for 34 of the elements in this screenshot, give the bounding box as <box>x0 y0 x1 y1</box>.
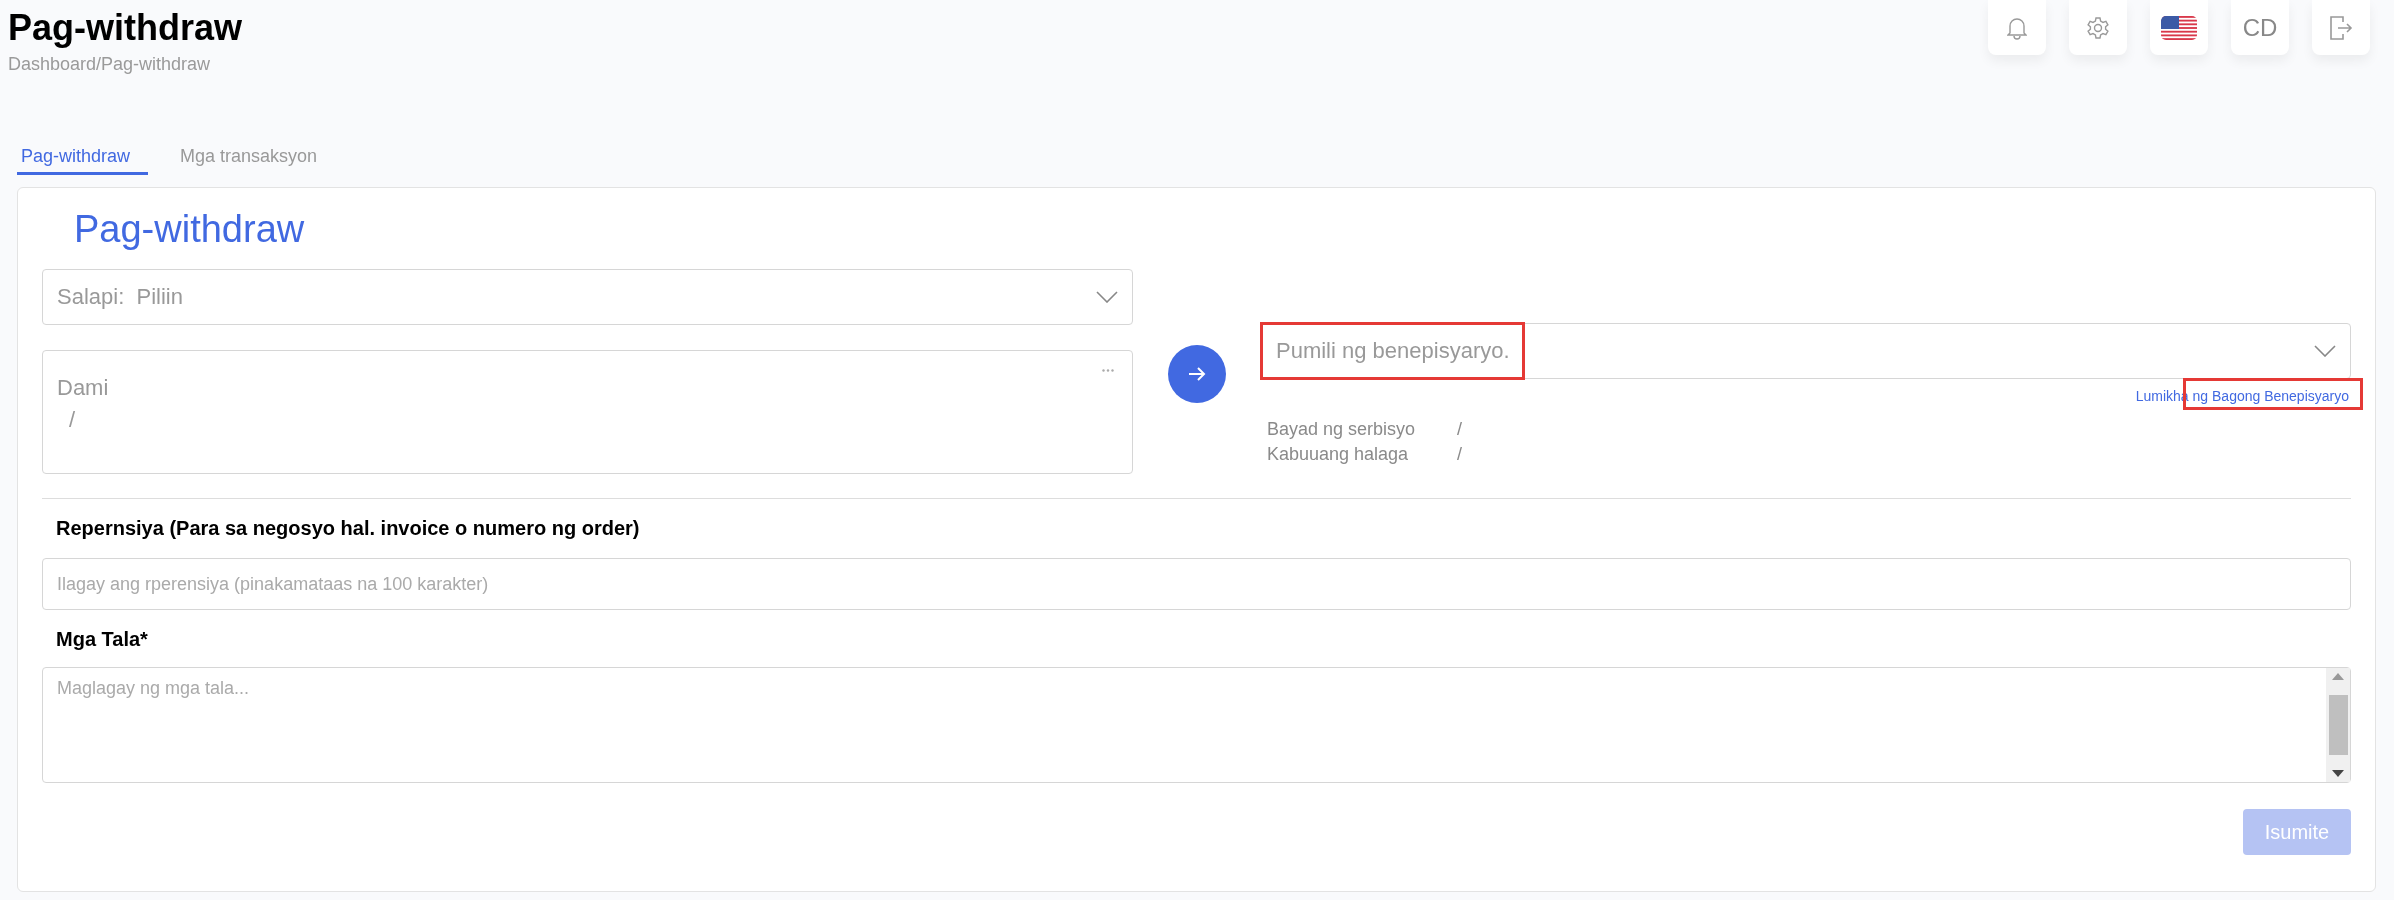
tab[interactable]: Pag-withdraw <box>17 141 149 175</box>
ellipsis-icon <box>1102 369 1114 372</box>
summary-value: / <box>1457 444 1462 465</box>
bell-icon <box>2007 15 2027 40</box>
summary-label: Kabuuang halaga <box>1267 444 1410 465</box>
notes-field[interactable]: Maglagay ng mga tala... <box>42 667 2351 783</box>
scroll-down-icon[interactable] <box>2332 770 2344 778</box>
arrow-right-icon <box>1188 366 1206 382</box>
page-title: Pag-withdraw <box>8 8 243 48</box>
summary-label: Bayad ng serbisyo <box>1267 419 1417 440</box>
logout-icon <box>2329 14 2353 41</box>
reference-field[interactable]: Ilagay ang rperensiya (pinakamataas na 100 karakter) <box>42 558 2351 610</box>
field-label: Repernsiya (Para sa negosyo hal. invoice o numero ng order) <box>56 517 641 540</box>
beneficiary-select[interactable]: Pumili ng benepisyaryo. <box>1261 323 2351 379</box>
scroll-up-icon[interactable] <box>2332 672 2344 680</box>
language-button[interactable] <box>2150 0 2208 55</box>
user-avatar-button[interactable]: CD <box>2231 0 2289 55</box>
card-title: Pag-withdraw <box>74 208 306 251</box>
chevron-down-icon <box>2314 345 2336 357</box>
field-label: Mga Tala* <box>56 628 149 651</box>
gear-icon <box>2086 15 2110 40</box>
notification-button[interactable] <box>1988 0 2046 55</box>
currency-select[interactable]: Salapi: Piliin <box>42 269 1133 325</box>
logout-button[interactable] <box>2312 0 2370 55</box>
next-button[interactable] <box>1168 345 1226 403</box>
scrollbar-thumb[interactable] <box>2328 695 2348 755</box>
scrollbar[interactable] <box>2326 668 2350 782</box>
flag-icon <box>2161 15 2197 40</box>
tab[interactable]: Mga transaksyon <box>176 141 322 175</box>
settings-button[interactable] <box>2069 0 2127 55</box>
amount-field[interactable]: Dami / <box>42 350 1133 474</box>
chevron-down-icon <box>1096 291 1118 303</box>
breadcrumb: Dashboard/Pag-withdraw <box>8 54 212 75</box>
summary-value: / <box>1457 419 1462 440</box>
